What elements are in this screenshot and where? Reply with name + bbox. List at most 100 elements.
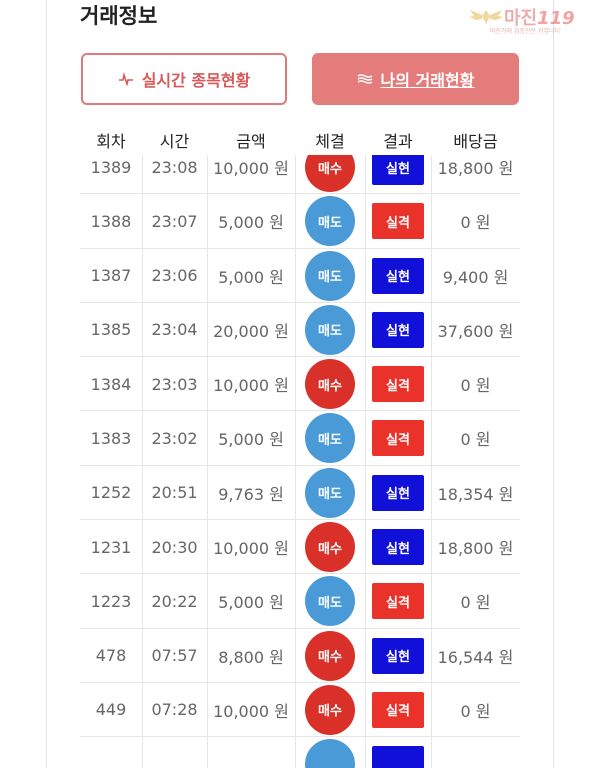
trade-info-page: 거래정보 마진119 마진거래 검증전문 커뮤니티 실시간 종목현황 나의 거래…: [0, 0, 600, 768]
table-row: 478 07:57 8,800 원 매수 실현 16,544 원: [80, 628, 520, 683]
execution-cell: 매도: [295, 303, 365, 357]
round-cell: 1384: [90, 374, 132, 394]
table-row: 1223 20:22 5,000 원 매도 실격 0 원: [80, 574, 520, 629]
column-header-payout: 배당금: [453, 132, 498, 151]
execution-cell: [295, 737, 365, 768]
amount-cell: 5,000 원: [218, 213, 284, 233]
time-cell: 23:07: [151, 211, 198, 231]
round-cell: [80, 737, 142, 768]
round-cell: 1383: [90, 428, 132, 448]
sell-badge: 매도: [305, 576, 355, 627]
column-header-execution: 체결: [315, 132, 345, 151]
result-cell: 실격: [365, 357, 431, 411]
result-cell: 실현: [365, 520, 431, 574]
result-cell: 실현: [365, 155, 431, 194]
amount-cell: 8,800 원: [218, 647, 284, 667]
result-cell: 실현: [365, 629, 431, 683]
realized-badge: 실현: [372, 637, 424, 674]
payout-cell: 18,800 원: [437, 159, 514, 178]
trade-table[interactable]: 1389 23:08 10,000 원 매수 실현 18,800 원 1388 23:07 5,…: [80, 155, 520, 768]
payout-cell: 0 원: [460, 701, 491, 721]
amount-cell: 9,763 원: [218, 484, 284, 504]
sell-badge: 매도: [305, 467, 355, 518]
round-cell: 1252: [90, 483, 132, 503]
result-cell: 실격: [365, 683, 431, 737]
sell-badge: 매도: [305, 413, 355, 464]
realtime-status-label: 실시간 종목현황: [141, 71, 251, 90]
amount-cell: 10,000 원: [213, 159, 289, 178]
amount-cell: 10,000 원: [213, 376, 289, 396]
time-cell: 23:06: [151, 266, 198, 286]
result-cell: 실격: [365, 574, 431, 628]
failed-badge: 실격: [372, 203, 424, 240]
round-cell: 1388: [90, 211, 132, 231]
amount-cell: 10,000 원: [213, 539, 289, 559]
buy-badge: 매수: [305, 684, 355, 735]
column-header-round: 회차: [96, 132, 126, 151]
result-cell: [365, 737, 431, 768]
realized-badge: 실현: [372, 474, 424, 511]
time-cell: 20:51: [151, 483, 198, 503]
failed-badge: 실격: [372, 583, 424, 620]
execution-cell: 매수: [295, 683, 365, 737]
my-trades-label: 나의 거래현황: [380, 71, 475, 90]
buy-badge: 매수: [305, 522, 355, 573]
realized-badge: 실현: [372, 257, 424, 294]
time-cell: 20:30: [151, 537, 198, 557]
sell-badge: 매도: [305, 304, 355, 355]
time-cell: 23:04: [151, 320, 198, 340]
right-divider: [553, 0, 554, 768]
realized-badge: 실현: [372, 311, 424, 348]
round-cell: 478: [95, 646, 127, 666]
result-cell: 실현: [365, 466, 431, 520]
payout-cell: 9,400 원: [442, 267, 509, 287]
payout-cell: 0 원: [460, 376, 491, 396]
execution-cell: 매도: [295, 466, 365, 520]
amount-cell: 5,000 원: [218, 593, 284, 613]
payout-cell: 18,800 원: [437, 539, 514, 559]
wings-emblem-icon: [469, 10, 503, 24]
wave-lines-icon: [357, 73, 373, 85]
amount-cell: 20,000 원: [213, 321, 289, 341]
realized-badge: [372, 746, 424, 768]
my-trades-button[interactable]: 나의 거래현황: [312, 53, 519, 105]
sell-badge: 매도: [305, 250, 355, 301]
result-cell: 실격: [365, 194, 431, 248]
table-row: 1385 23:04 20,000 원 매도 실현 37,600 원: [80, 302, 520, 358]
watermark-logo: 마진119 마진거래 검증전문 커뮤니티: [468, 4, 594, 38]
sell-badge: [305, 739, 355, 768]
amount-cell: [207, 737, 295, 768]
table-row: 1231 20:30 10,000 원 매수 실현 18,800 원: [80, 520, 520, 575]
result-cell: 실현: [365, 303, 431, 357]
payout-cell: 18,354 원: [437, 484, 514, 504]
amount-cell: 5,000 원: [218, 430, 284, 450]
buy-badge: 매수: [305, 359, 355, 410]
amount-cell: 10,000 원: [213, 701, 289, 721]
round-cell: 1387: [90, 266, 132, 286]
realtime-status-button[interactable]: 실시간 종목현황: [81, 53, 287, 105]
left-divider: [46, 0, 47, 768]
execution-cell: 매도: [295, 249, 365, 303]
payout-cell: 37,600 원: [437, 321, 514, 341]
realized-badge: 실현: [372, 155, 424, 185]
time-cell: 07:57: [151, 646, 198, 666]
round-cell: 449: [95, 700, 127, 720]
table-header: 회차 시간 금액 체결 결과 배당금: [80, 128, 520, 154]
amount-cell: 5,000 원: [218, 267, 284, 287]
failed-badge: 실격: [372, 420, 424, 457]
column-header-amount: 금액: [236, 132, 266, 151]
watermark-subtext: 마진거래 검증전문 커뮤니티: [490, 28, 561, 35]
execution-cell: 매수: [295, 520, 365, 574]
table-row: 1389 23:08 10,000 원 매수 실현 18,800 원: [80, 155, 520, 195]
payout-cell: 0 원: [460, 593, 491, 613]
buy-badge: 매수: [305, 630, 355, 681]
execution-cell: 매도: [295, 194, 365, 248]
table-row: 1387 23:06 5,000 원 매도 실현 9,400 원: [80, 248, 520, 303]
round-cell: 1231: [90, 537, 132, 557]
execution-cell: 매수: [295, 357, 365, 411]
time-cell: 23:08: [151, 157, 198, 177]
buy-badge: 매수: [305, 155, 355, 192]
result-cell: 실현: [365, 249, 431, 303]
execution-cell: 매도: [295, 574, 365, 628]
table-row: 1384 23:03 10,000 원 매수 실격 0 원: [80, 357, 520, 412]
